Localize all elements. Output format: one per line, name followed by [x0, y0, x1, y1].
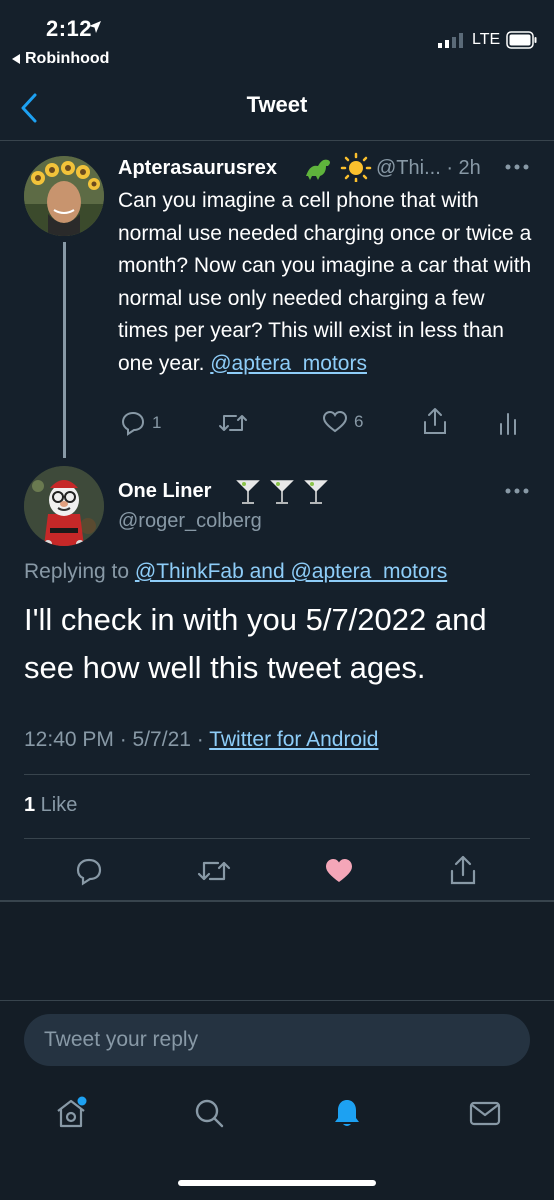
parent-display-name[interactable]: Apterasaurusrex	[118, 157, 277, 180]
header-divider	[0, 140, 554, 141]
avatar-image	[24, 156, 104, 236]
reply-icon	[121, 411, 145, 436]
mail-icon[interactable]	[468, 1096, 502, 1130]
bell-icon[interactable]	[330, 1096, 364, 1130]
thread-line	[63, 242, 66, 458]
parent-handle-time: @Thi... · 2h	[376, 157, 481, 179]
signal-icon	[438, 33, 463, 48]
reply-button-icon[interactable]	[74, 856, 104, 886]
more-options-icon[interactable]	[502, 160, 532, 174]
parent-tweet-text: Can you imagine a cell phone that with n…	[118, 185, 538, 380]
timestamp-text: 12:40 PM · 5/7/21 ·	[24, 728, 210, 751]
parent-retweet-button[interactable]	[218, 410, 248, 436]
parent-analytics-button[interactable]	[498, 410, 518, 436]
mention-link[interactable]: @aptera_motors	[210, 352, 367, 375]
replying-to: Replying to @ThinkFab and @aptera_motors	[24, 560, 447, 584]
carrier-label: LTE	[472, 31, 501, 48]
search-icon[interactable]	[192, 1096, 226, 1130]
heart-filled-icon[interactable]	[324, 856, 354, 886]
main-avatar[interactable]	[24, 466, 104, 546]
main-tweet-text: I'll check in with you 5/7/2022 and see …	[24, 602, 487, 685]
likes-count: 1	[24, 794, 36, 816]
page-title: Tweet	[246, 92, 308, 117]
share-button-icon[interactable]	[448, 854, 478, 886]
retweet-button-icon[interactable]	[196, 856, 232, 886]
divider	[0, 1000, 554, 1001]
retweet-icon	[219, 415, 247, 431]
more-options-icon[interactable]	[502, 484, 532, 498]
divider	[24, 774, 530, 775]
reply-count: 1	[152, 413, 162, 432]
parent-tweet-body: Can you imagine a cell phone that with n…	[118, 189, 532, 375]
location-arrow-icon	[89, 21, 101, 33]
dinosaur-sun-emoji-icon	[306, 152, 372, 182]
main-display-name[interactable]: One Liner	[118, 480, 211, 503]
likes-label: Like	[35, 794, 78, 816]
parent-reply-button[interactable]: 1	[120, 410, 161, 436]
heart-outline-icon	[322, 410, 348, 433]
parent-avatar[interactable]	[24, 156, 104, 236]
likes-summary[interactable]: 1 Like	[24, 794, 77, 817]
battery-icon	[506, 31, 537, 49]
home-indicator	[178, 1180, 376, 1186]
replying-mentions-link[interactable]: @ThinkFab and @aptera_motors	[135, 560, 447, 583]
share-icon	[424, 408, 446, 434]
reply-composer[interactable]	[24, 1014, 530, 1066]
home-icon[interactable]	[54, 1096, 88, 1130]
replying-prefix: Replying to	[24, 560, 135, 583]
parent-share-button[interactable]	[422, 406, 448, 436]
cocktail-emoji-icon	[236, 480, 328, 504]
reply-input[interactable]	[24, 1014, 530, 1066]
back-to-app-link[interactable]: Robinhood	[12, 50, 109, 68]
like-count: 6	[354, 412, 364, 431]
back-triangle-icon	[12, 54, 20, 64]
source-link[interactable]: Twitter for Android	[209, 728, 378, 751]
main-handle: @roger_colberg	[118, 510, 262, 532]
parent-like-button[interactable]: 6	[322, 410, 363, 434]
analytics-icon	[500, 413, 516, 435]
avatar-image	[24, 466, 104, 546]
tweet-timestamp: 12:40 PM · 5/7/21 · Twitter for Android	[24, 728, 378, 752]
back-app-label: Robinhood	[25, 50, 110, 67]
status-time: 2:12	[46, 16, 93, 41]
divider	[24, 838, 530, 839]
